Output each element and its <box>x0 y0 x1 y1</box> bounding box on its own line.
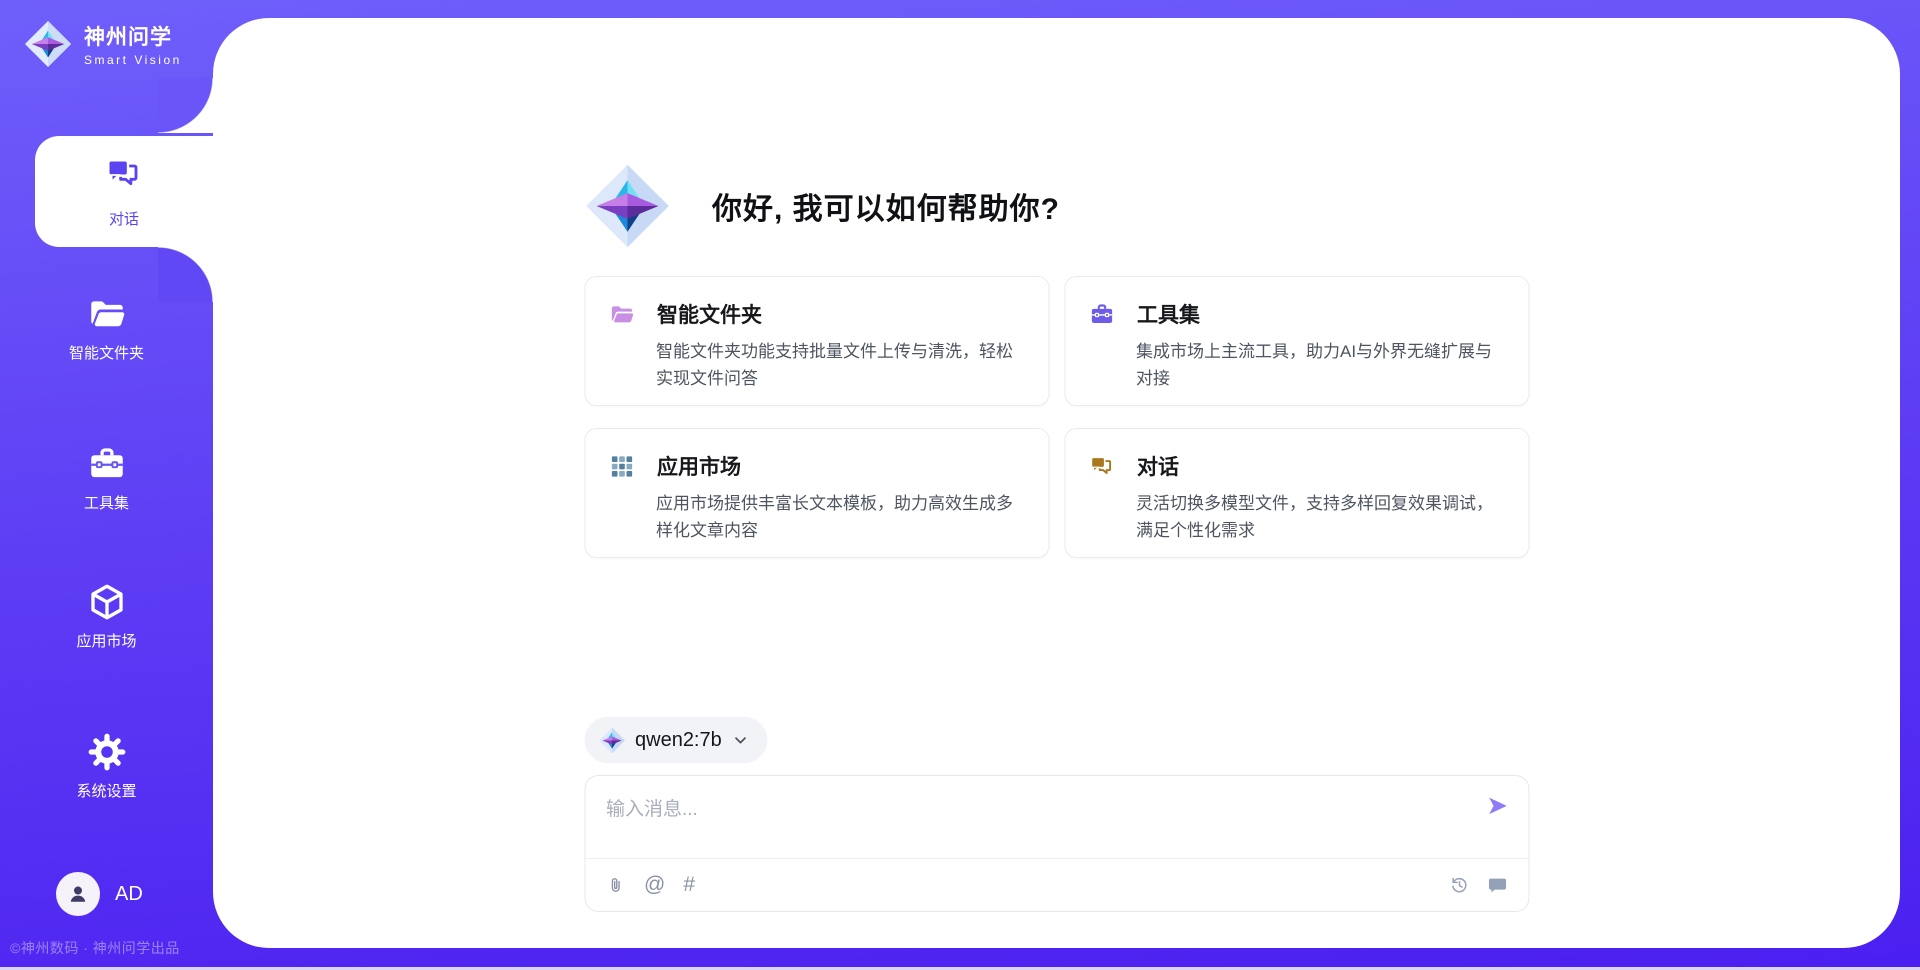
paperclip-icon <box>605 875 626 896</box>
sidebar-item-folders[interactable]: 智能文件夹 <box>0 293 213 363</box>
main-panel: 你好, 我可以如何帮助你? 智能文件夹 智能文件夹功能支持批量文件上传与清洗，轻… <box>213 18 1900 948</box>
history-icon <box>1448 874 1470 896</box>
card-toolset[interactable]: 工具集 集成市场上主流工具，助力AI与外界无缝扩展与对接 <box>1064 276 1529 406</box>
composer-toolbar: @ # <box>585 858 1528 911</box>
user-menu[interactable]: AD <box>56 872 143 916</box>
sidebar-item-label: 系统设置 <box>0 780 213 801</box>
sidebar-footer: ©神州数码 · 神州问学出品 <box>10 938 210 958</box>
brand-logo: 神州问学 Smart Vision <box>24 20 182 68</box>
sidebar-item-tools[interactable]: 工具集 <box>0 443 213 513</box>
card-title: 工具集 <box>1137 299 1200 329</box>
sidebar-item-market[interactable]: 应用市场 <box>0 581 213 651</box>
card-description: 灵活切换多模型文件，支持多样回复效果调试，满足个性化需求 <box>1136 490 1504 544</box>
card-description: 应用市场提供丰富长文本模板，助力高效生成多样化文章内容 <box>656 490 1024 544</box>
model-name: qwen2:7b <box>635 729 722 752</box>
chat-icon <box>1088 453 1115 480</box>
folder-icon <box>608 301 635 328</box>
card-description: 智能文件夹功能支持批量文件上传与清洗，轻松实现文件问答 <box>656 338 1024 392</box>
card-title: 对话 <box>1137 451 1179 481</box>
chat-icon <box>104 154 144 194</box>
cube-icon <box>86 581 128 623</box>
at-icon: @ <box>644 873 665 897</box>
hash-icon: # <box>683 873 695 897</box>
send-button[interactable]: ➤ <box>1486 792 1508 818</box>
brand-name: 神州问学 <box>84 21 182 51</box>
greeting-block: 你好, 我可以如何帮助你? <box>584 163 1529 249</box>
brand-subtitle: Smart Vision <box>84 53 182 67</box>
mention-button[interactable]: @ <box>644 873 665 897</box>
new-chat-button[interactable] <box>1486 874 1508 896</box>
sidebar-item-label: 应用市场 <box>0 630 213 651</box>
toolbox-icon <box>1088 301 1115 328</box>
diamond-logo-icon <box>584 163 670 249</box>
message-composer: ➤ @ # <box>584 775 1529 912</box>
avatar <box>56 872 100 916</box>
content-column: 你好, 我可以如何帮助你? 智能文件夹 智能文件夹功能支持批量文件上传与清洗，轻… <box>584 18 1529 948</box>
tab-fillet-top <box>158 78 213 133</box>
sidebar-item-label: 工具集 <box>0 492 213 513</box>
chat-bubble-icon <box>1486 874 1508 896</box>
toolbox-icon <box>86 443 128 485</box>
diamond-logo-icon <box>24 20 72 68</box>
shortcut-cards: 智能文件夹 智能文件夹功能支持批量文件上传与清洗，轻松实现文件问答 工具集 集成… <box>584 276 1529 558</box>
person-icon <box>65 881 91 907</box>
card-chat[interactable]: 对话 灵活切换多模型文件，支持多样回复效果调试，满足个性化需求 <box>1064 428 1529 558</box>
sidebar-item-settings[interactable]: 系统设置 <box>0 731 213 801</box>
sidebar-item-label: 智能文件夹 <box>0 342 213 363</box>
sidebar-item-label: 对话 <box>109 208 139 229</box>
attach-file-button[interactable] <box>605 875 626 896</box>
topic-button[interactable]: # <box>683 873 695 897</box>
card-title: 应用市场 <box>657 451 741 481</box>
message-input[interactable] <box>585 776 1528 860</box>
sidebar: 神州问学 Smart Vision 对话 智能文件夹 工具集 <box>0 0 213 970</box>
sidebar-item-chat[interactable]: 对话 <box>35 136 213 247</box>
card-title: 智能文件夹 <box>657 299 762 329</box>
model-selector[interactable]: qwen2:7b <box>584 717 768 763</box>
gear-icon <box>86 731 128 773</box>
history-button[interactable] <box>1448 874 1470 896</box>
folder-icon <box>86 293 128 335</box>
card-smart-folder[interactable]: 智能文件夹 智能文件夹功能支持批量文件上传与清洗，轻松实现文件问答 <box>584 276 1049 406</box>
card-app-market[interactable]: 应用市场 应用市场提供丰富长文本模板，助力高效生成多样化文章内容 <box>584 428 1049 558</box>
grid-icon <box>608 453 635 480</box>
diamond-logo-icon <box>598 727 625 754</box>
card-description: 集成市场上主流工具，助力AI与外界无缝扩展与对接 <box>1136 338 1504 392</box>
user-label: AD <box>115 883 143 906</box>
chevron-down-icon <box>732 731 750 749</box>
model-row: qwen2:7b <box>584 717 1529 763</box>
page-title: 你好, 我可以如何帮助你? <box>712 184 1060 228</box>
